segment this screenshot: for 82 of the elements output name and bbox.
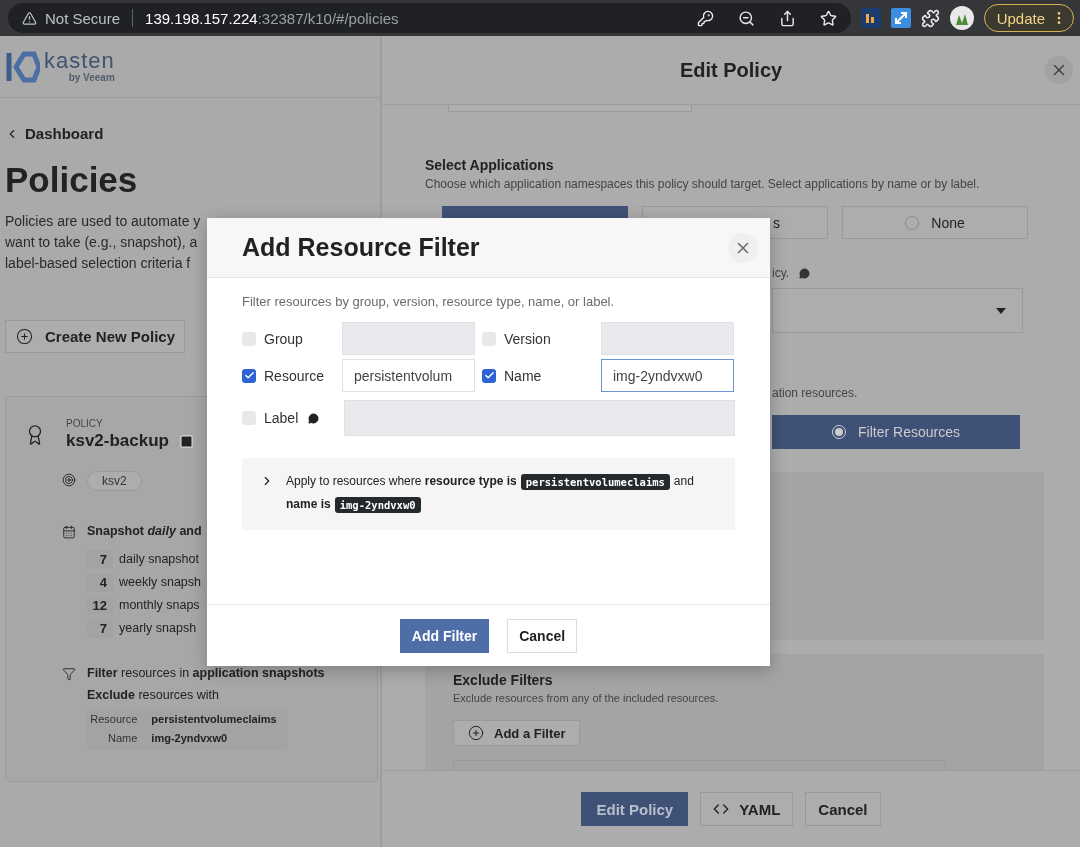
code-chip: persistentvolumeclaims <box>520 473 670 490</box>
add-filter-button[interactable]: Add Filter <box>399 618 490 653</box>
hint-text: icy. <box>772 266 790 280</box>
summary-text: Apply to resources where resource type is <box>286 473 517 490</box>
filter-icon <box>62 667 76 681</box>
target-icon <box>62 473 76 487</box>
field-label: Resource <box>264 367 324 384</box>
warning-icon <box>22 10 37 26</box>
brand-tagline: by Veeam <box>68 72 115 83</box>
code-chip: img-2yndvxw0 <box>334 496 421 513</box>
field-label: Version <box>504 330 551 347</box>
section-title: Select Applications <box>425 157 555 173</box>
section-description: Choose which application namespaces this policy should target. Select applications by name or by label. <box>425 177 981 191</box>
filter-summary: Filter resources in application snapshots <box>87 666 325 680</box>
drawer-title: Edit Policy <box>679 58 783 82</box>
retention-label: weekly snapsh <box>118 574 201 591</box>
close-button[interactable] <box>1045 56 1073 84</box>
target-option[interactable]: None <box>842 206 1028 239</box>
security-label[interactable]: Not Secure <box>45 9 121 27</box>
caret-icon <box>996 307 1006 314</box>
retention-count: 4 <box>87 573 113 592</box>
rule-value: persistentvolumeclaims <box>151 712 278 727</box>
cancel-button[interactable]: Cancel <box>805 792 881 826</box>
plus-icon <box>16 328 33 345</box>
cancel-button[interactable]: Cancel <box>507 618 578 653</box>
description-line: Policies are used to automate y <box>5 212 201 231</box>
exclude-title: Exclude Filters <box>453 672 554 688</box>
rule-value: img-2yndvxw0 <box>151 731 229 746</box>
dialog-title: Add Resource Filter <box>242 233 480 262</box>
url-path[interactable]: :32387/k10/#/policies <box>257 9 399 27</box>
retention-count: 12 <box>87 596 113 615</box>
page-title: Policies <box>5 160 139 200</box>
schedule-text: Snapshot daily and <box>87 524 202 538</box>
calendar-icon <box>62 525 76 539</box>
namespace-tag: ksv2 <box>87 471 142 491</box>
dashboard-link[interactable]: Dashboard <box>5 125 380 142</box>
avatar-icon[interactable] <box>949 6 974 30</box>
star-icon[interactable] <box>819 9 837 27</box>
terminal-icon[interactable] <box>179 433 194 449</box>
close-button[interactable] <box>728 232 758 263</box>
yaml-button[interactable]: YAML <box>700 792 794 826</box>
arrows-extension-icon[interactable] <box>890 8 911 28</box>
logo-icon <box>6 49 40 84</box>
code-icon <box>713 801 730 817</box>
field-label: Name <box>504 367 542 384</box>
retention-label: yearly snapsh <box>118 620 197 637</box>
edit-policy-button[interactable]: Edit Policy <box>581 792 689 826</box>
retention-count: 7 <box>87 550 113 569</box>
input-field[interactable]: persistentvolum <box>342 359 475 392</box>
url-host[interactable]: 139.198.157.224 <box>145 9 258 27</box>
summary-text: name is <box>286 496 331 513</box>
update-button[interactable]: Update <box>983 4 1074 32</box>
exclude-description: Exclude resources from any of the included resources. <box>453 692 720 704</box>
input-field[interactable]: img-2yndvxw0 <box>601 359 734 392</box>
rule-field: Name <box>87 729 138 748</box>
hint-text: ation resources. <box>772 386 859 400</box>
filter-resources-option[interactable]: Filter Resources <box>772 415 1020 449</box>
exclude-heading: Exclude resources with <box>87 688 219 702</box>
retention-label: daily snapshot <box>118 551 199 568</box>
add-filter-button[interactable]: Add a Filter <box>453 720 580 746</box>
create-policy-button[interactable]: Create New Policy <box>5 320 185 353</box>
checkbox[interactable] <box>242 368 256 383</box>
key-icon[interactable] <box>696 9 714 27</box>
field-label: Group <box>264 330 303 347</box>
policy-name: ksv2-backup <box>66 431 169 451</box>
checkbox[interactable] <box>482 368 496 383</box>
dialog-description: Filter resources by group, version, resource type, name, or label. <box>242 294 616 309</box>
comment-icon[interactable] <box>308 412 320 424</box>
rule-field: Resource <box>87 710 138 729</box>
description-line: label-based selection criteria f <box>5 254 191 273</box>
field-label: Label <box>264 410 299 426</box>
zoom-out-icon[interactable] <box>737 9 755 27</box>
description-line: want to take (e.g., snapshot), a <box>5 233 198 252</box>
chart-extension-icon[interactable] <box>860 8 881 28</box>
puzzle-icon[interactable] <box>920 8 940 28</box>
brand-name: kasten <box>44 50 115 72</box>
plus-icon <box>468 725 484 741</box>
policy-label: POLICY <box>66 418 104 429</box>
retention-count: 7 <box>87 619 113 638</box>
summary-text: and <box>673 473 694 490</box>
share-icon[interactable] <box>778 9 796 27</box>
retention-label: monthly snaps <box>118 597 200 614</box>
